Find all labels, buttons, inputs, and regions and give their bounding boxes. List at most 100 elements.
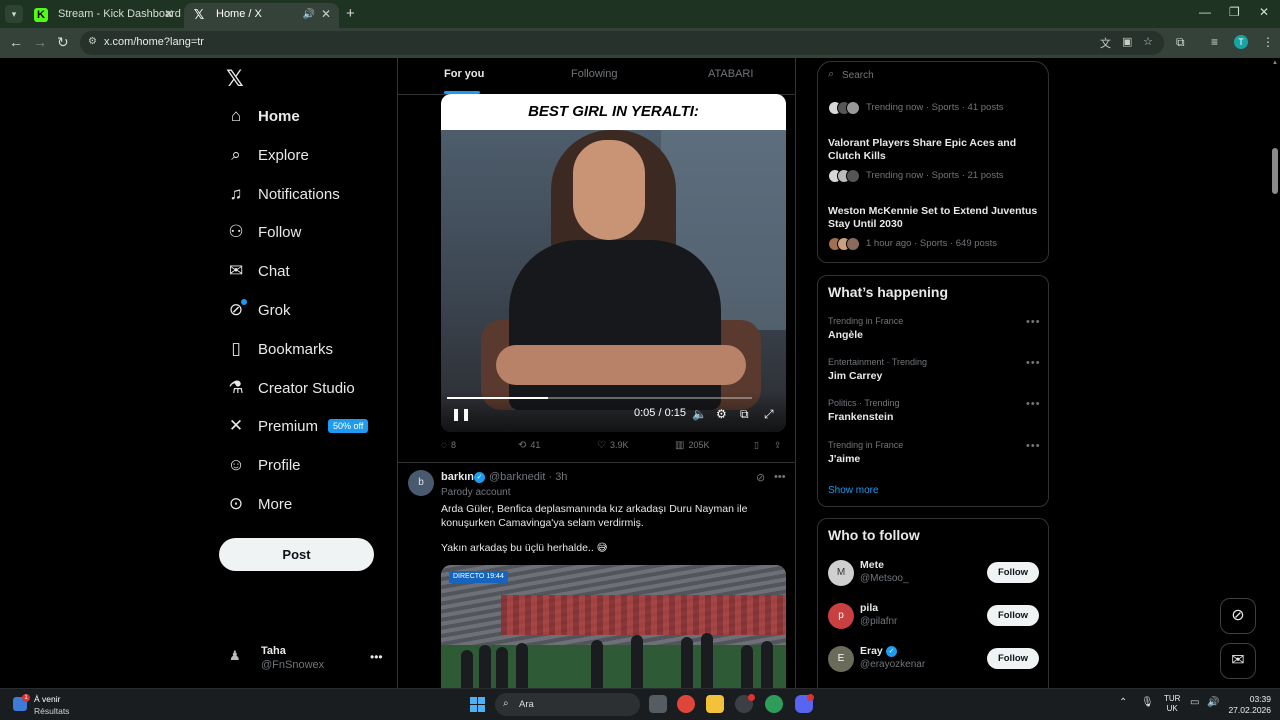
bookmark-star-icon[interactable]: ☆: [1143, 35, 1153, 48]
browser-tab-x[interactable]: 𝕏 Home / X 🔊 ✕: [184, 3, 339, 28]
follow-button[interactable]: Follow: [987, 648, 1039, 669]
nav-item-home[interactable]: ⌂ Home: [226, 102, 300, 130]
account-more-icon[interactable]: •••: [370, 650, 383, 664]
x-logo-icon[interactable]: 𝕏: [226, 66, 244, 92]
views-button[interactable]: ▥ 205K: [675, 440, 709, 451]
grok-float-icon[interactable]: ⊘: [1220, 598, 1256, 634]
nav-item-explore[interactable]: ⌕ Explore: [226, 141, 309, 169]
taskbar-search[interactable]: ⌕ Ara: [495, 693, 640, 716]
trend-title[interactable]: Weston McKennie Set to Extend Juventus S…: [828, 205, 1042, 231]
account-avatar[interactable]: ♟: [229, 648, 249, 668]
nav-item-profile[interactable]: ☺ Profile: [226, 451, 300, 479]
extensions-icon[interactable]: ⧉: [1176, 35, 1185, 50]
close-window-button[interactable]: ✕: [1259, 5, 1269, 19]
follow-button[interactable]: Follow: [987, 605, 1039, 626]
close-tab-icon[interactable]: ✕: [321, 3, 331, 26]
page-scrollbar[interactable]: ▲: [1270, 58, 1280, 688]
browser-tab-kick[interactable]: K Stream - Kick Dashboard ✕: [26, 3, 182, 28]
nav-item-grok[interactable]: ⊘ Grok: [226, 296, 291, 324]
tab-search-button[interactable]: ▾: [5, 5, 23, 23]
tweet-more-icon[interactable]: •••: [774, 471, 786, 483]
widgets-title[interactable]: À venir: [34, 694, 60, 704]
browser-profile-avatar[interactable]: T: [1234, 35, 1248, 49]
site-info-icon[interactable]: ⚙: [88, 36, 97, 47]
forward-button[interactable]: →: [33, 34, 47, 50]
avatar[interactable]: b: [408, 470, 434, 496]
task-view-icon[interactable]: [649, 695, 667, 713]
file-explorer-icon[interactable]: [706, 695, 724, 713]
messages-float-icon[interactable]: ✉: [1220, 643, 1256, 679]
media-controls-icon[interactable]: ≡: [1211, 35, 1218, 49]
avatar[interactable]: p: [828, 603, 854, 629]
scroll-up-arrow-icon[interactable]: ▲: [1272, 60, 1278, 66]
back-button[interactable]: ←: [9, 34, 23, 50]
nav-item-follow[interactable]: ⚇ Follow: [226, 218, 301, 246]
widgets-subtitle[interactable]: Résultats: [34, 706, 69, 716]
browser-menu-icon[interactable]: ⋮: [1262, 35, 1274, 49]
account-name[interactable]: Taha: [261, 645, 286, 657]
grok-explain-icon[interactable]: ⊘: [756, 471, 765, 484]
bookmark-post-icon[interactable]: ▯: [754, 440, 759, 451]
cast-icon[interactable]: ▣: [1122, 35, 1132, 48]
video-progress-bar[interactable]: [447, 397, 752, 399]
tab-atabari[interactable]: ATABARI: [708, 68, 753, 80]
trend-more-icon[interactable]: •••: [1026, 440, 1041, 452]
close-tab-icon[interactable]: ✕: [164, 3, 174, 26]
trend-name[interactable]: Frankenstein: [828, 411, 893, 423]
system-clock[interactable]: 03:39 27.02.2026: [1227, 694, 1271, 716]
display-icon[interactable]: ▭: [1190, 697, 1199, 708]
video-player[interactable]: BEST GIRL IN YERALTI: ❚❚ 0:05 / 0:15 🔈 ⚙…: [441, 94, 786, 432]
nav-item-chat[interactable]: ✉ Chat: [226, 257, 290, 285]
trend-more-icon[interactable]: •••: [1026, 316, 1041, 328]
nav-item-notifications[interactable]: ♫ Notifications: [226, 180, 340, 208]
tweet-author-handle[interactable]: @barknedit · 3h: [489, 471, 567, 483]
restore-window-button[interactable]: ❐: [1229, 5, 1240, 19]
translate-icon[interactable]: 文: [1100, 35, 1111, 51]
pause-icon[interactable]: ❚❚: [451, 407, 471, 421]
nav-item-premium[interactable]: ✕ Premium 50% off: [226, 412, 369, 440]
trend-name[interactable]: Jim Carrey: [828, 370, 882, 382]
nav-item-creator-studio[interactable]: ⚗ Creator Studio: [226, 374, 354, 402]
picture-in-picture-icon[interactable]: ⧉: [740, 407, 749, 422]
volume-icon[interactable]: 🔈: [692, 407, 707, 421]
trend-title[interactable]: Valorant Players Share Epic Aces and Clu…: [828, 137, 1042, 163]
trend-more-icon[interactable]: •••: [1026, 398, 1041, 410]
avatar[interactable]: M: [828, 560, 854, 586]
nav-item-more[interactable]: ⊙ More: [226, 490, 292, 518]
post-button[interactable]: Post: [219, 538, 374, 571]
account-handle[interactable]: @FnSnowex: [261, 659, 324, 671]
like-button[interactable]: ♡ 3.9K: [597, 440, 628, 451]
microphone-icon[interactable]: 🎙: [1141, 697, 1154, 708]
tray-overflow-icon[interactable]: ⌃: [1119, 697, 1127, 708]
user-name[interactable]: Mete: [860, 559, 884, 571]
reply-button[interactable]: ◌ 8: [441, 440, 456, 451]
user-name[interactable]: Eray: [860, 645, 883, 657]
chrome-profile-icon[interactable]: [765, 695, 783, 713]
trend-name[interactable]: Angèle: [828, 329, 863, 341]
nav-item-bookmarks[interactable]: ▯ Bookmarks: [226, 335, 333, 363]
repost-button[interactable]: ⟲ 41: [518, 440, 540, 451]
scrollbar-thumb[interactable]: [1272, 148, 1278, 194]
fullscreen-icon[interactable]: ⤢: [764, 407, 774, 422]
trend-more-icon[interactable]: •••: [1026, 357, 1041, 369]
tab-following[interactable]: Following: [571, 68, 617, 80]
show-more-link[interactable]: Show more: [828, 485, 879, 496]
new-tab-button[interactable]: +: [346, 5, 355, 22]
tweet-media-video[interactable]: DIRECTO 19:44: [441, 565, 786, 688]
tab-for-you[interactable]: For you: [444, 68, 484, 80]
user-name[interactable]: pila: [860, 602, 878, 614]
speaker-icon[interactable]: 🔊: [1207, 697, 1219, 708]
trend-name[interactable]: J'aime: [828, 453, 860, 465]
settings-gear-icon[interactable]: ⚙: [716, 407, 727, 421]
share-icon[interactable]: ⇪: [774, 440, 782, 451]
start-button-icon[interactable]: [470, 697, 485, 712]
tweet-author-name[interactable]: barkın: [441, 471, 474, 483]
keyboard-language[interactable]: TUR UK: [1164, 694, 1180, 714]
follow-button[interactable]: Follow: [987, 562, 1039, 583]
address-bar[interactable]: ⚙ x.com/home?lang=tr 文 ▣ ☆: [80, 31, 1164, 55]
audio-playing-icon[interactable]: 🔊: [303, 3, 315, 26]
avatar[interactable]: E: [828, 646, 854, 672]
minimize-window-button[interactable]: —: [1199, 5, 1211, 19]
chrome-icon[interactable]: [677, 695, 695, 713]
reload-button[interactable]: ↻: [57, 34, 69, 51]
